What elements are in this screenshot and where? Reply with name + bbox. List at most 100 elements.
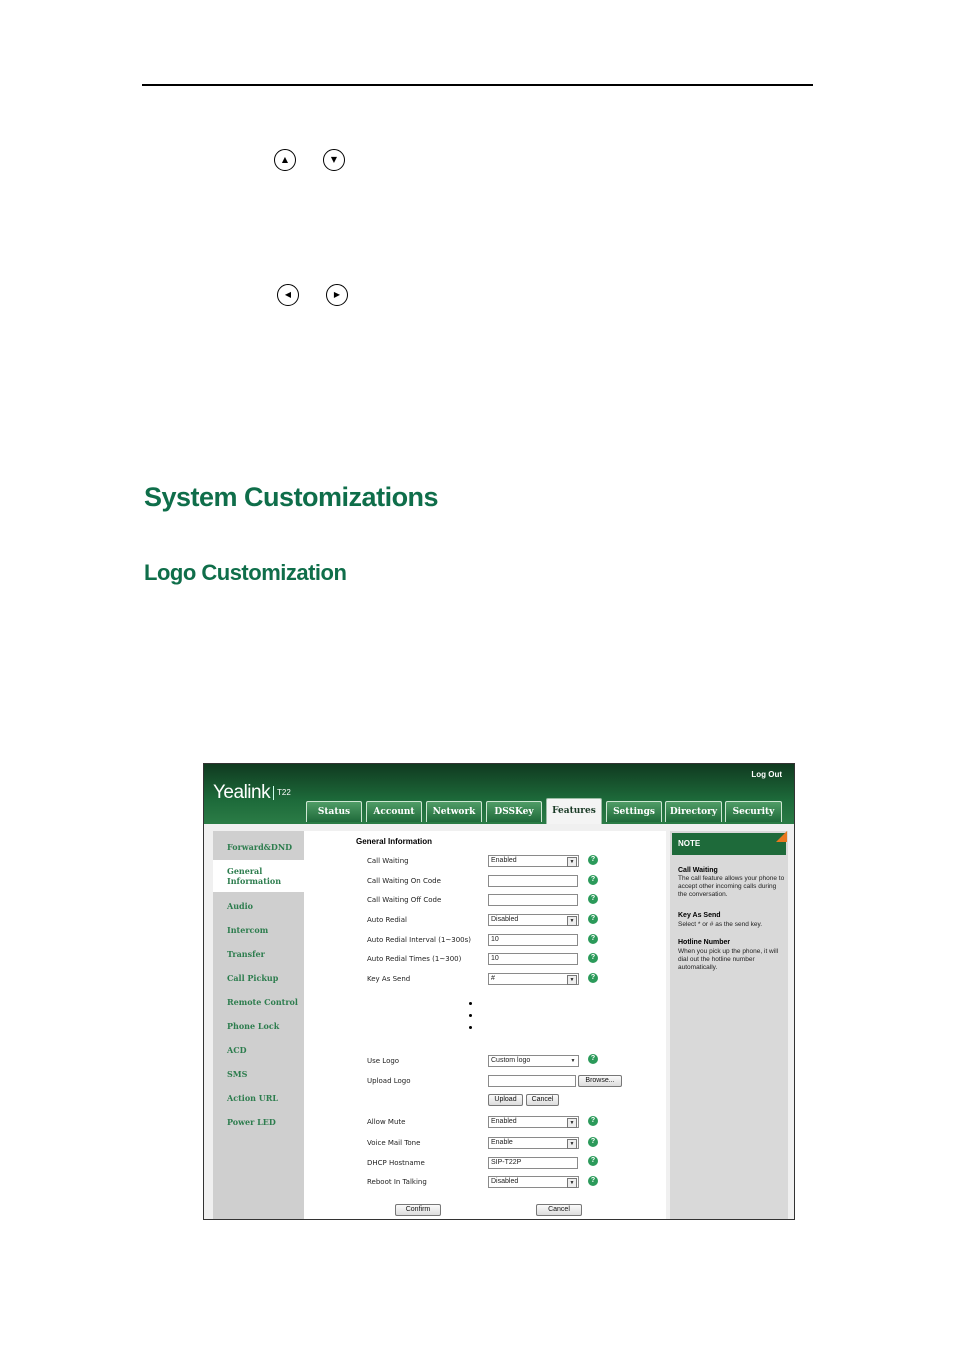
- allow-mute-label: Allow Mute: [367, 1118, 406, 1126]
- cw-off-code-label: Call Waiting Off Code: [367, 896, 442, 904]
- help-icon[interactable]: ?: [588, 875, 598, 885]
- auto-redial-select[interactable]: Disabled ▼: [488, 914, 579, 926]
- dhcp-hostname-input[interactable]: SIP-T22P: [488, 1157, 578, 1169]
- voice-mail-tone-label: Voice Mail Tone: [367, 1139, 421, 1147]
- cw-on-code-label: Call Waiting On Code: [367, 877, 441, 885]
- ellipsis-dot: [469, 1026, 472, 1029]
- sidebar-item-acd[interactable]: ACD: [227, 1045, 247, 1055]
- header-rule: [142, 84, 813, 86]
- auto-redial-interval-input[interactable]: 10: [488, 934, 578, 946]
- chevron-down-icon: ▼: [567, 916, 577, 926]
- browse-button[interactable]: Browse...: [578, 1075, 622, 1087]
- dhcp-hostname-label: DHCP Hostname: [367, 1159, 425, 1167]
- chevron-down-icon: ▼: [567, 1139, 577, 1149]
- sidebar-item-sms[interactable]: SMS: [227, 1069, 247, 1079]
- tab-network[interactable]: Network: [426, 801, 482, 822]
- help-icon[interactable]: ?: [588, 1116, 598, 1126]
- key-as-send-select[interactable]: # ▼: [488, 973, 579, 985]
- note-title-call-waiting: Call Waiting: [678, 867, 718, 874]
- sidebar-item-remote-control[interactable]: Remote Control: [227, 997, 298, 1007]
- ellipsis-dot: [469, 1002, 472, 1005]
- corner-flag-icon: [776, 831, 787, 842]
- sidebar-item-general-information[interactable]: General Information: [227, 866, 282, 886]
- sidebar-item-power-led[interactable]: Power LED: [227, 1117, 276, 1127]
- allow-mute-value: Enabled: [491, 1118, 517, 1125]
- use-logo-label: Use Logo: [367, 1057, 400, 1065]
- note-text-call-waiting: The call feature allows your phone to ac…: [678, 875, 785, 898]
- call-waiting-label: Call Waiting: [367, 857, 409, 865]
- tab-dsskey[interactable]: DSSKey: [486, 801, 542, 822]
- help-icon[interactable]: ?: [588, 1137, 598, 1147]
- key-as-send-value: #: [491, 975, 495, 982]
- note-title-key-as-send: Key As Send: [678, 912, 721, 919]
- right-key-icon: ▶: [326, 284, 348, 306]
- help-icon[interactable]: ?: [588, 894, 598, 904]
- sidebar-item-audio[interactable]: Audio: [227, 901, 253, 911]
- up-key-icon: ▲: [274, 149, 296, 171]
- ellipsis-dot: [469, 1014, 472, 1017]
- help-icon[interactable]: ?: [588, 855, 598, 865]
- chevron-down-icon: ▼: [567, 857, 577, 867]
- cancel-button[interactable]: Cancel: [536, 1204, 582, 1216]
- tab-features[interactable]: Features: [546, 798, 602, 824]
- brand-logo: Yealink: [213, 782, 271, 803]
- upload-cancel-button[interactable]: Cancel: [526, 1094, 559, 1106]
- auto-redial-times-label: Auto Redial Times (1~300): [367, 955, 462, 963]
- down-key-icon: ▼: [323, 149, 345, 171]
- voice-mail-tone-value: Enable: [491, 1139, 513, 1146]
- chevron-down-icon: ▼: [567, 1118, 577, 1128]
- key-as-send-label: Key As Send: [367, 975, 411, 983]
- auto-redial-label: Auto Redial: [367, 916, 407, 924]
- cw-on-code-input[interactable]: [488, 875, 578, 887]
- help-icon[interactable]: ?: [588, 1054, 598, 1064]
- use-logo-value: Custom logo: [491, 1057, 531, 1064]
- voice-mail-tone-select[interactable]: Enable ▼: [488, 1137, 579, 1149]
- sidebar-item-call-pickup[interactable]: Call Pickup: [227, 973, 278, 983]
- sidebar-item-transfer[interactable]: Transfer: [227, 949, 265, 959]
- auto-redial-times-input[interactable]: 10: [488, 953, 578, 965]
- call-waiting-value: Enabled: [491, 857, 517, 864]
- tab-directory[interactable]: Directory: [665, 801, 722, 822]
- upload-logo-label: Upload Logo: [367, 1077, 411, 1085]
- subsection-heading: Logo Customization: [144, 560, 347, 585]
- tab-settings[interactable]: Settings: [606, 801, 662, 822]
- note-title-hotline-number: Hotline Number: [678, 939, 731, 946]
- note-text-key-as-send: Select * or # as the send key.: [678, 921, 763, 928]
- call-waiting-select[interactable]: Enabled ▼: [488, 855, 579, 867]
- auto-redial-interval-label: Auto Redial Interval (1~300s): [367, 936, 472, 944]
- sidebar-item-forward-dnd[interactable]: Forward&DND: [227, 842, 292, 852]
- tab-account[interactable]: Account: [366, 801, 422, 822]
- sidebar-item-phone-lock[interactable]: Phone Lock: [227, 1021, 279, 1031]
- help-icon[interactable]: ?: [588, 1156, 598, 1166]
- reboot-in-talking-label: Reboot In Talking: [367, 1178, 427, 1186]
- help-icon[interactable]: ?: [588, 934, 598, 944]
- tab-status[interactable]: Status: [306, 801, 362, 822]
- tab-security[interactable]: Security: [725, 801, 782, 822]
- chevron-down-icon: ▼: [570, 1058, 576, 1064]
- sidebar-item-intercom[interactable]: Intercom: [227, 925, 268, 935]
- cw-off-code-input[interactable]: [488, 894, 578, 906]
- chevron-down-icon: ▼: [567, 975, 577, 985]
- help-icon[interactable]: ?: [588, 953, 598, 963]
- confirm-button[interactable]: Confirm: [395, 1204, 441, 1216]
- upload-button[interactable]: Upload: [488, 1094, 523, 1106]
- help-icon[interactable]: ?: [588, 914, 598, 924]
- note-heading: NOTE: [672, 833, 786, 855]
- section-heading: System Customizations: [144, 482, 439, 512]
- left-key-icon: ◀: [277, 284, 299, 306]
- logout-link[interactable]: Log Out: [751, 770, 782, 779]
- allow-mute-select[interactable]: Enabled ▼: [488, 1116, 579, 1128]
- help-icon[interactable]: ?: [588, 973, 598, 983]
- chevron-down-icon: ▼: [567, 1178, 577, 1188]
- reboot-in-talking-select[interactable]: Disabled ▼: [488, 1176, 579, 1188]
- web-ui-screenshot: Yealink T22 Log Out Status Account Netwo…: [203, 763, 795, 1220]
- auto-redial-value: Disabled: [491, 916, 519, 923]
- reboot-in-talking-value: Disabled: [491, 1178, 519, 1185]
- main-panel: [304, 831, 666, 1219]
- upload-logo-file-input[interactable]: [488, 1075, 576, 1087]
- help-icon[interactable]: ?: [588, 1176, 598, 1186]
- section-title: General Information: [356, 837, 433, 846]
- use-logo-select[interactable]: Custom logo ▼: [488, 1055, 579, 1067]
- note-text-hotline-number: When you pick up the phone, it will dial…: [678, 948, 779, 971]
- sidebar-item-action-url[interactable]: Action URL: [227, 1093, 278, 1103]
